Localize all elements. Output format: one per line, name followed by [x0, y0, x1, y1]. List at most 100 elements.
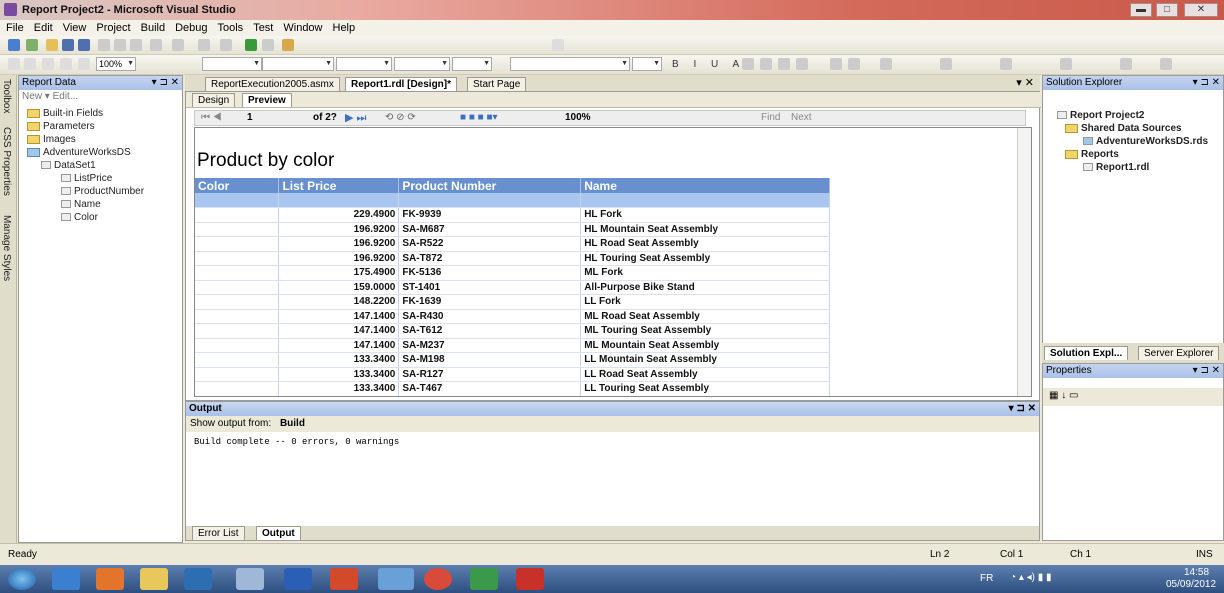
output-pin-close-icons[interactable]: ▾ ⊐ ✕ [1009, 402, 1036, 416]
menu-edit[interactable]: Edit [34, 22, 53, 34]
save-icon[interactable] [62, 39, 74, 51]
css-properties-tab[interactable]: CSS Properties [1, 127, 12, 196]
ie-icon[interactable] [52, 568, 80, 590]
network-icon[interactable] [236, 568, 264, 590]
start-debug-icon[interactable] [245, 39, 257, 51]
cut-icon[interactable] [98, 39, 110, 51]
clock-date[interactable]: 05/09/2012 [1166, 579, 1216, 590]
menu-test[interactable]: Test [253, 22, 273, 34]
tab-report1-design[interactable]: Report1.rdl [Design]* [345, 77, 458, 91]
tree-item-project[interactable]: Report Project2 [1057, 110, 1144, 121]
border-width-combo[interactable] [632, 57, 662, 71]
tab-output[interactable]: Output [256, 526, 301, 540]
tree-item-images[interactable]: Images [27, 134, 76, 145]
tree-item-shared-data-sources[interactable]: Shared Data Sources [1065, 123, 1182, 134]
print-export-icons[interactable]: ■ ■ ■ ■▾ [460, 112, 498, 123]
redo-icon[interactable] [172, 39, 184, 51]
close-button[interactable]: ✕ [1184, 3, 1218, 17]
size-icon[interactable] [1000, 58, 1012, 70]
clock-time[interactable]: 14:58 [1184, 567, 1209, 578]
align-left-icon[interactable] [742, 58, 754, 70]
report-data-toolbar[interactable]: New ▾ Edit... [19, 90, 182, 104]
tree-item-field[interactable]: ProductNumber [61, 186, 144, 197]
tree-item-datasource[interactable]: AdventureWorksDS [27, 147, 131, 158]
align-icon[interactable] [42, 58, 54, 70]
app-icon[interactable] [184, 568, 212, 590]
tab-error-list[interactable]: Error List [192, 526, 245, 540]
se-pin-close-icons[interactable]: ▾ ⊐ ✕ [1193, 76, 1220, 90]
excel-icon[interactable] [470, 568, 498, 590]
next-link[interactable]: Next [791, 112, 812, 123]
explorer-icon[interactable] [140, 568, 168, 590]
tree-item-rds[interactable]: AdventureWorksDS.rds [1083, 136, 1208, 147]
menu-debug[interactable]: Debug [175, 22, 207, 34]
align-center-icon[interactable] [760, 58, 772, 70]
menu-file[interactable]: File [6, 22, 24, 34]
zoom-select[interactable]: 100% [565, 112, 591, 123]
new-project-icon[interactable] [8, 39, 20, 51]
tab-reportexecution[interactable]: ReportExecution2005.asmx [205, 77, 340, 91]
tree-item-field[interactable]: ListPrice [61, 173, 112, 184]
tab-server-explorer[interactable]: Server Explorer [1138, 346, 1220, 360]
paste-icon[interactable] [130, 39, 142, 51]
tree-item-reports[interactable]: Reports [1065, 149, 1119, 160]
layout2-icon[interactable] [24, 58, 36, 70]
tree-item-dataset[interactable]: DataSet1 [41, 160, 96, 171]
tree-item-report1[interactable]: Report1.rdl [1083, 162, 1149, 173]
tree-item-built-in-fields[interactable]: Built-in Fields [27, 108, 103, 119]
acrobat-icon[interactable] [516, 568, 544, 590]
find-link[interactable]: Find [761, 112, 780, 123]
zoom-combo[interactable]: 100% [96, 57, 136, 71]
numbering-icon[interactable] [848, 58, 860, 70]
toolbox-tab[interactable]: Toolbox [1, 79, 12, 113]
text-format-icons[interactable]: B I U A [672, 59, 745, 70]
bullets-icon[interactable] [830, 58, 842, 70]
page-number-input[interactable]: 1 [247, 112, 253, 123]
menu-help[interactable]: Help [333, 22, 356, 34]
doc-close-icon[interactable]: ▾ ✕ [1016, 76, 1034, 89]
spacing-icon[interactable] [1060, 58, 1072, 70]
menu-window[interactable]: Window [283, 22, 322, 34]
group-icon[interactable] [1160, 58, 1172, 70]
border-combo[interactable] [452, 57, 492, 71]
align-right-icon[interactable] [778, 58, 790, 70]
tree-item-field[interactable]: Name [61, 199, 101, 210]
navigate-forward-icon[interactable] [220, 39, 232, 51]
pin-close-icons[interactable]: ▾ ⊐ ✕ [152, 76, 179, 90]
tab-preview[interactable]: Preview [242, 93, 292, 107]
chrome-icon[interactable] [424, 568, 452, 590]
grid-icon[interactable] [60, 58, 72, 70]
language-indicator[interactable]: FR [980, 573, 993, 584]
tab-start-page[interactable]: Start Page [467, 77, 527, 91]
font-size-combo[interactable] [336, 57, 392, 71]
menu-tools[interactable]: Tools [218, 22, 244, 34]
save-all-icon[interactable] [78, 39, 90, 51]
manage-styles-tab[interactable]: Manage Styles [1, 215, 12, 281]
menu-project[interactable]: Project [96, 22, 130, 34]
indent-icon[interactable] [880, 58, 892, 70]
show-output-select[interactable]: Build [280, 418, 305, 429]
justify-icon[interactable] [796, 58, 808, 70]
powerpoint-icon[interactable] [330, 568, 358, 590]
add-item-icon[interactable] [26, 39, 38, 51]
color-combo[interactable] [394, 57, 450, 71]
tab-solution-explorer[interactable]: Solution Expl... [1044, 346, 1129, 360]
start-button-icon[interactable] [8, 568, 36, 590]
visual-studio-task-icon[interactable] [378, 568, 414, 590]
refresh-icons[interactable]: ⟲ ⊘ ⟳ [385, 112, 416, 123]
maximize-button[interactable]: □ [1156, 3, 1178, 17]
style-combo[interactable] [202, 57, 262, 71]
undo-icon[interactable] [150, 39, 162, 51]
order-icon[interactable] [1120, 58, 1132, 70]
font-combo[interactable] [262, 57, 334, 71]
snap-icon[interactable] [78, 58, 90, 70]
tree-item-parameters[interactable]: Parameters [27, 121, 95, 132]
report-scrollbar[interactable] [1017, 128, 1031, 396]
tree-item-field[interactable]: Color [61, 212, 98, 223]
firefox-icon[interactable] [96, 568, 124, 590]
solution-config-icon[interactable] [262, 39, 274, 51]
layout-align-icon[interactable] [940, 58, 952, 70]
navigate-back-icon[interactable] [198, 39, 210, 51]
properties-toolbar[interactable]: ▦ ↓ ▭ [1043, 388, 1223, 406]
layout-icon[interactable] [8, 58, 20, 70]
